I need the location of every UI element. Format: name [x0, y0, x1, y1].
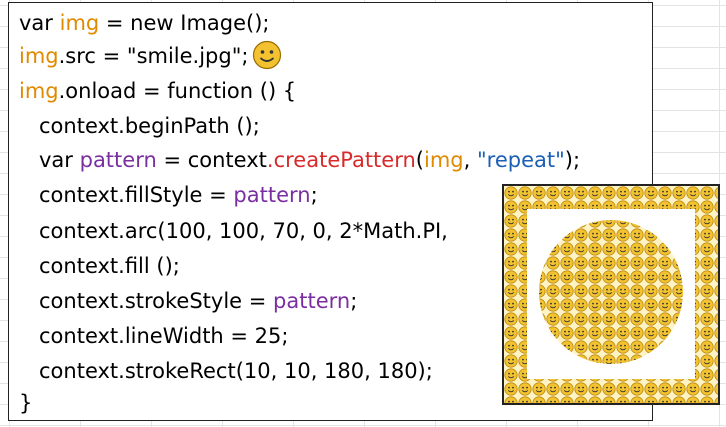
code-line: var pattern = context.createPattern(img,…	[39, 144, 580, 176]
code-line: img.src = "smile.jpg";	[19, 40, 282, 72]
code-line: context.arc(100, 100, 70, 0, 2*Math.PI,	[39, 215, 448, 247]
code-token: img	[59, 11, 100, 35]
code-token: var	[39, 148, 80, 172]
code-line: context.fill ();	[39, 250, 180, 282]
code-line: img.onload = function () {	[19, 75, 296, 107]
code-token: context.beginPath ();	[39, 114, 260, 138]
code-line: var img = new Image();	[19, 7, 270, 39]
code-token: ,	[463, 148, 477, 172]
code-token: pattern	[79, 148, 157, 172]
code-token: context.arc(100, 100, 70, 0, 2*Math.PI,	[39, 219, 448, 243]
code-token: pattern	[273, 289, 351, 313]
code-token: context.strokeRect(10, 10, 180, 180);	[39, 359, 433, 383]
code-token: createPattern	[273, 148, 416, 172]
code-token: context.fill ();	[39, 254, 180, 278]
code-token: .src = "smile.jpg";	[58, 44, 249, 68]
code-token: .onload = function () {	[58, 79, 297, 103]
code-token: context.fillStyle =	[39, 183, 234, 207]
code-token: img	[19, 79, 59, 103]
code-token: .	[266, 148, 274, 172]
smiley-face-icon	[253, 40, 282, 70]
code-line: context.fillStyle = pattern;	[39, 179, 318, 211]
code-token: );	[564, 148, 581, 172]
code-token: var	[19, 11, 60, 35]
code-line: context.strokeRect(10, 10, 180, 180);	[39, 355, 433, 387]
code-token: ;	[310, 183, 318, 207]
code-token: pattern	[233, 183, 311, 207]
code-token: context.lineWidth = 25;	[39, 324, 289, 348]
code-token: }	[19, 391, 33, 415]
filled-arc-pattern	[539, 220, 683, 364]
code-token: = context	[156, 148, 267, 172]
pattern-canvas-render	[504, 186, 718, 403]
code-token: ;	[350, 289, 358, 313]
code-token: (	[415, 148, 424, 172]
code-token: "repeat"	[476, 148, 565, 172]
code-token: context.strokeStyle =	[39, 289, 274, 313]
code-line: }	[19, 387, 32, 419]
code-line: context.lineWidth = 25;	[39, 320, 288, 352]
canvas-output-preview	[502, 184, 720, 405]
code-token: img	[424, 148, 464, 172]
code-token: img	[19, 44, 59, 68]
code-token: = new Image();	[99, 11, 270, 35]
code-line: context.strokeStyle = pattern;	[39, 285, 357, 317]
code-line: context.beginPath ();	[39, 110, 260, 142]
